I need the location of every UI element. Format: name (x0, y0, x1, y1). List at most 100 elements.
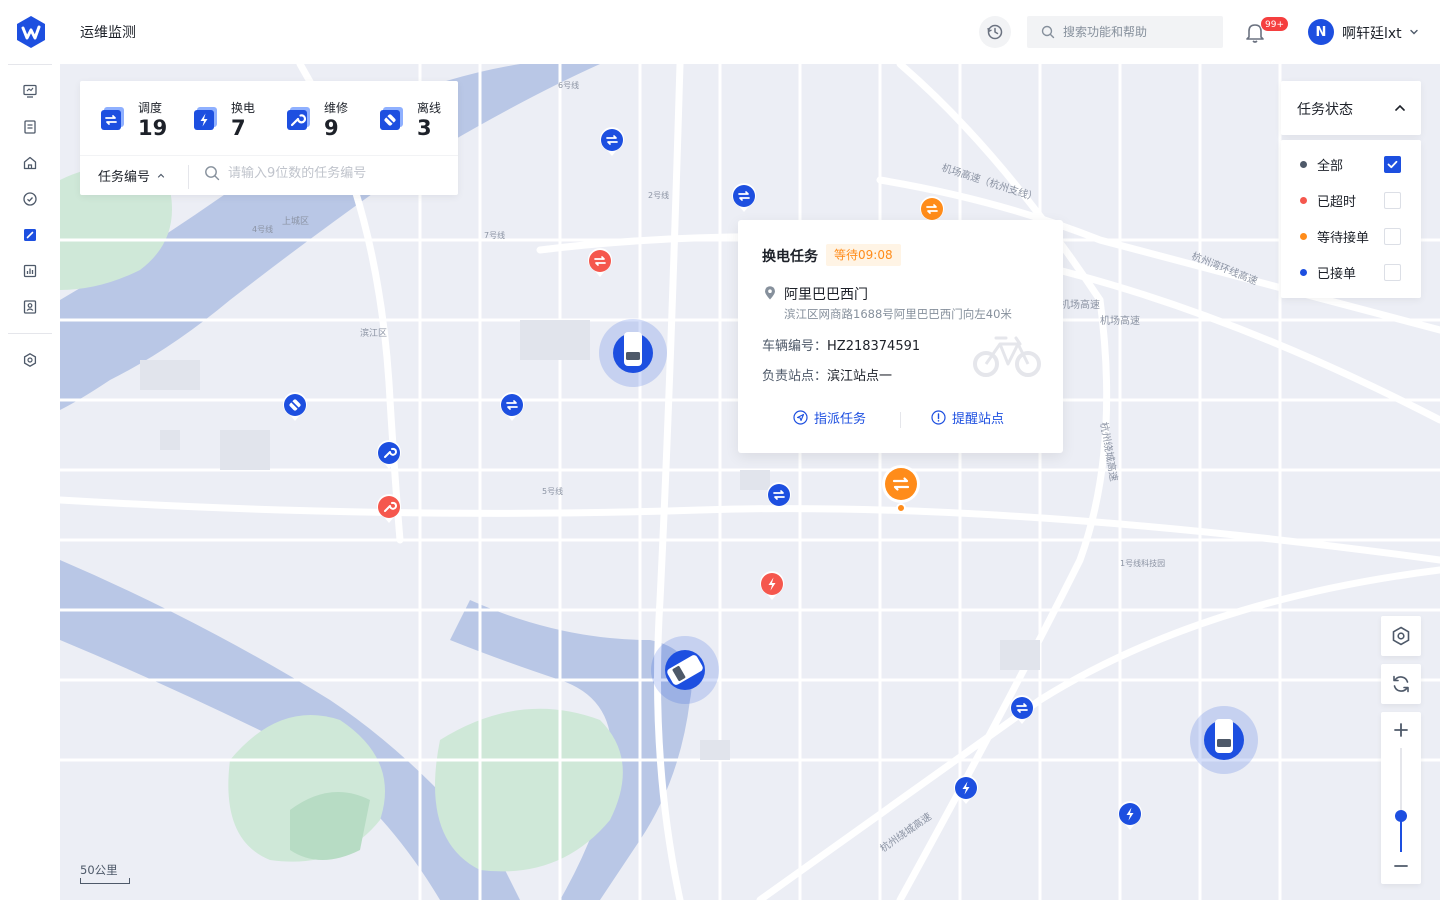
sidebar-item-tasks[interactable] (20, 225, 40, 245)
map-scale-bar (80, 878, 130, 884)
location-address: 滨江区网商路1688号阿里巴巴西门向左40米 (784, 307, 1012, 321)
dispatch-icon (101, 107, 124, 130)
repair-marker-icon[interactable] (375, 439, 403, 471)
vehicle-marker-icon[interactable] (1189, 705, 1259, 775)
status-option-timeout[interactable]: 已超时 (1281, 188, 1421, 212)
popup-actions: 指派任务 提醒站点 (738, 408, 1063, 432)
refresh-button[interactable] (1381, 664, 1421, 704)
task-search-input[interactable] (228, 165, 448, 181)
status-checkbox[interactable] (1384, 156, 1401, 173)
stat-value: 19 (138, 116, 168, 140)
map-label: 机场高速 (1100, 316, 1140, 327)
dispatch-marker-icon[interactable] (1008, 694, 1036, 726)
avatar[interactable]: N (1308, 19, 1334, 45)
task-number-select[interactable]: 任务编号 (98, 166, 166, 185)
map-label: 1号线科技园 (1120, 559, 1166, 568)
document-icon (24, 120, 36, 134)
repair-timeout-marker-icon[interactable] (375, 493, 403, 525)
status-dot (1300, 233, 1307, 240)
status-checkbox[interactable] (1384, 192, 1401, 209)
global-search[interactable] (1027, 16, 1223, 48)
locate-button[interactable] (1381, 616, 1421, 656)
sidebar-divider (8, 333, 52, 334)
battery-swap-marker-icon[interactable] (952, 774, 980, 806)
stat-label: 调度 (138, 101, 163, 115)
sidebar-item-statistics[interactable] (20, 261, 40, 281)
app-logo-icon[interactable] (14, 15, 48, 49)
panel-divider (188, 165, 189, 189)
task-status-options: 全部 已超时 等待接单 已接单 (1281, 140, 1421, 298)
history-button[interactable] (979, 16, 1011, 48)
remind-station-label: 提醒站点 (952, 412, 1005, 427)
status-label: 已超时 (1317, 195, 1357, 210)
dispatch-marker-icon[interactable] (598, 126, 626, 158)
sidebar-item-home[interactable] (20, 153, 40, 173)
station-row: 负责站点：滨江站点一 (762, 365, 892, 384)
task-search[interactable] (204, 165, 448, 181)
map-label: 6号线 (558, 81, 580, 90)
station-label: 负责站点： (762, 369, 828, 384)
sidebar-item-document[interactable] (20, 117, 40, 137)
map-label: 5号线 (542, 487, 564, 496)
task-status-title: 任务状态 (1297, 102, 1353, 118)
monitor-icon (23, 84, 37, 98)
global-search-input[interactable] (1063, 25, 1213, 39)
dispatch-timeout-marker-icon[interactable] (586, 247, 614, 279)
vehicle-number-value: HZ218374591 (827, 339, 921, 354)
sidebar-item-personnel[interactable] (20, 297, 40, 317)
sidebar-item-settings[interactable] (20, 350, 40, 370)
hexagon-locate-icon (1392, 626, 1410, 646)
vehicle-marker-icon[interactable] (650, 635, 720, 705)
status-checkbox[interactable] (1384, 264, 1401, 281)
status-option-all[interactable]: 全部 (1281, 152, 1421, 176)
chevron-up-icon (157, 173, 165, 178)
top-bar: 运维监测 99+ N 啊轩廷lxt (0, 0, 1440, 64)
status-label: 已接单 (1317, 267, 1357, 282)
sidebar-item-monitor[interactable] (20, 81, 40, 101)
status-label: 等待接单 (1317, 231, 1370, 246)
zoom-out-icon[interactable] (1391, 856, 1411, 876)
battery-swap-marker-icon[interactable] (1116, 800, 1144, 832)
task-select-label: 任务编号 (98, 170, 151, 185)
battery-swap-icon (194, 107, 217, 130)
stat-label: 离线 (417, 101, 442, 115)
checkmark-icon (1387, 160, 1398, 169)
selected-task-marker-icon[interactable] (880, 464, 922, 516)
vehicle-marker-icon[interactable] (598, 318, 668, 388)
stat-value: 7 (231, 116, 246, 140)
alert-circle-icon (931, 410, 946, 425)
station-value: 滨江站点一 (827, 369, 893, 384)
location-pin-icon (765, 286, 775, 300)
chevron-down-icon[interactable] (1408, 26, 1420, 38)
chevron-up-icon (1395, 104, 1405, 111)
status-option-accepted[interactable]: 已接单 (1281, 260, 1421, 284)
map-label: 4号线 (252, 225, 274, 234)
stat-label: 维修 (324, 101, 349, 115)
assign-task-button[interactable]: 指派任务 (793, 408, 866, 427)
remind-station-button[interactable]: 提醒站点 (931, 408, 1004, 427)
status-checkbox[interactable] (1384, 228, 1401, 245)
status-label: 全部 (1317, 159, 1344, 174)
map-label: 2号线 (648, 191, 670, 200)
status-dot (1300, 161, 1307, 168)
history-icon (987, 24, 1003, 40)
zoom-in-icon[interactable] (1391, 720, 1411, 740)
map-scale-label: 50公里 (80, 863, 118, 877)
battery-swap-timeout-marker-icon[interactable] (758, 570, 786, 602)
offline-icon (380, 107, 403, 130)
dispatch-marker-icon[interactable] (498, 391, 526, 423)
sidebar-item-check[interactable] (20, 189, 40, 209)
status-option-waiting[interactable]: 等待接单 (1281, 224, 1421, 248)
offline-marker-icon[interactable] (281, 391, 309, 423)
send-icon (793, 410, 808, 425)
map-label: 7号线 (484, 231, 506, 240)
notification-badge: 99+ (1260, 16, 1289, 32)
sidebar (0, 64, 60, 900)
username[interactable]: 啊轩廷lxt (1342, 23, 1402, 43)
search-icon (1041, 25, 1055, 39)
dispatch-marker-icon[interactable] (765, 481, 793, 513)
dispatch-marker-icon[interactable] (730, 182, 758, 214)
user-card-icon (23, 300, 37, 314)
zoom-slider-handle[interactable] (1395, 810, 1407, 822)
task-status-dropdown[interactable]: 任务状态 (1281, 81, 1421, 135)
